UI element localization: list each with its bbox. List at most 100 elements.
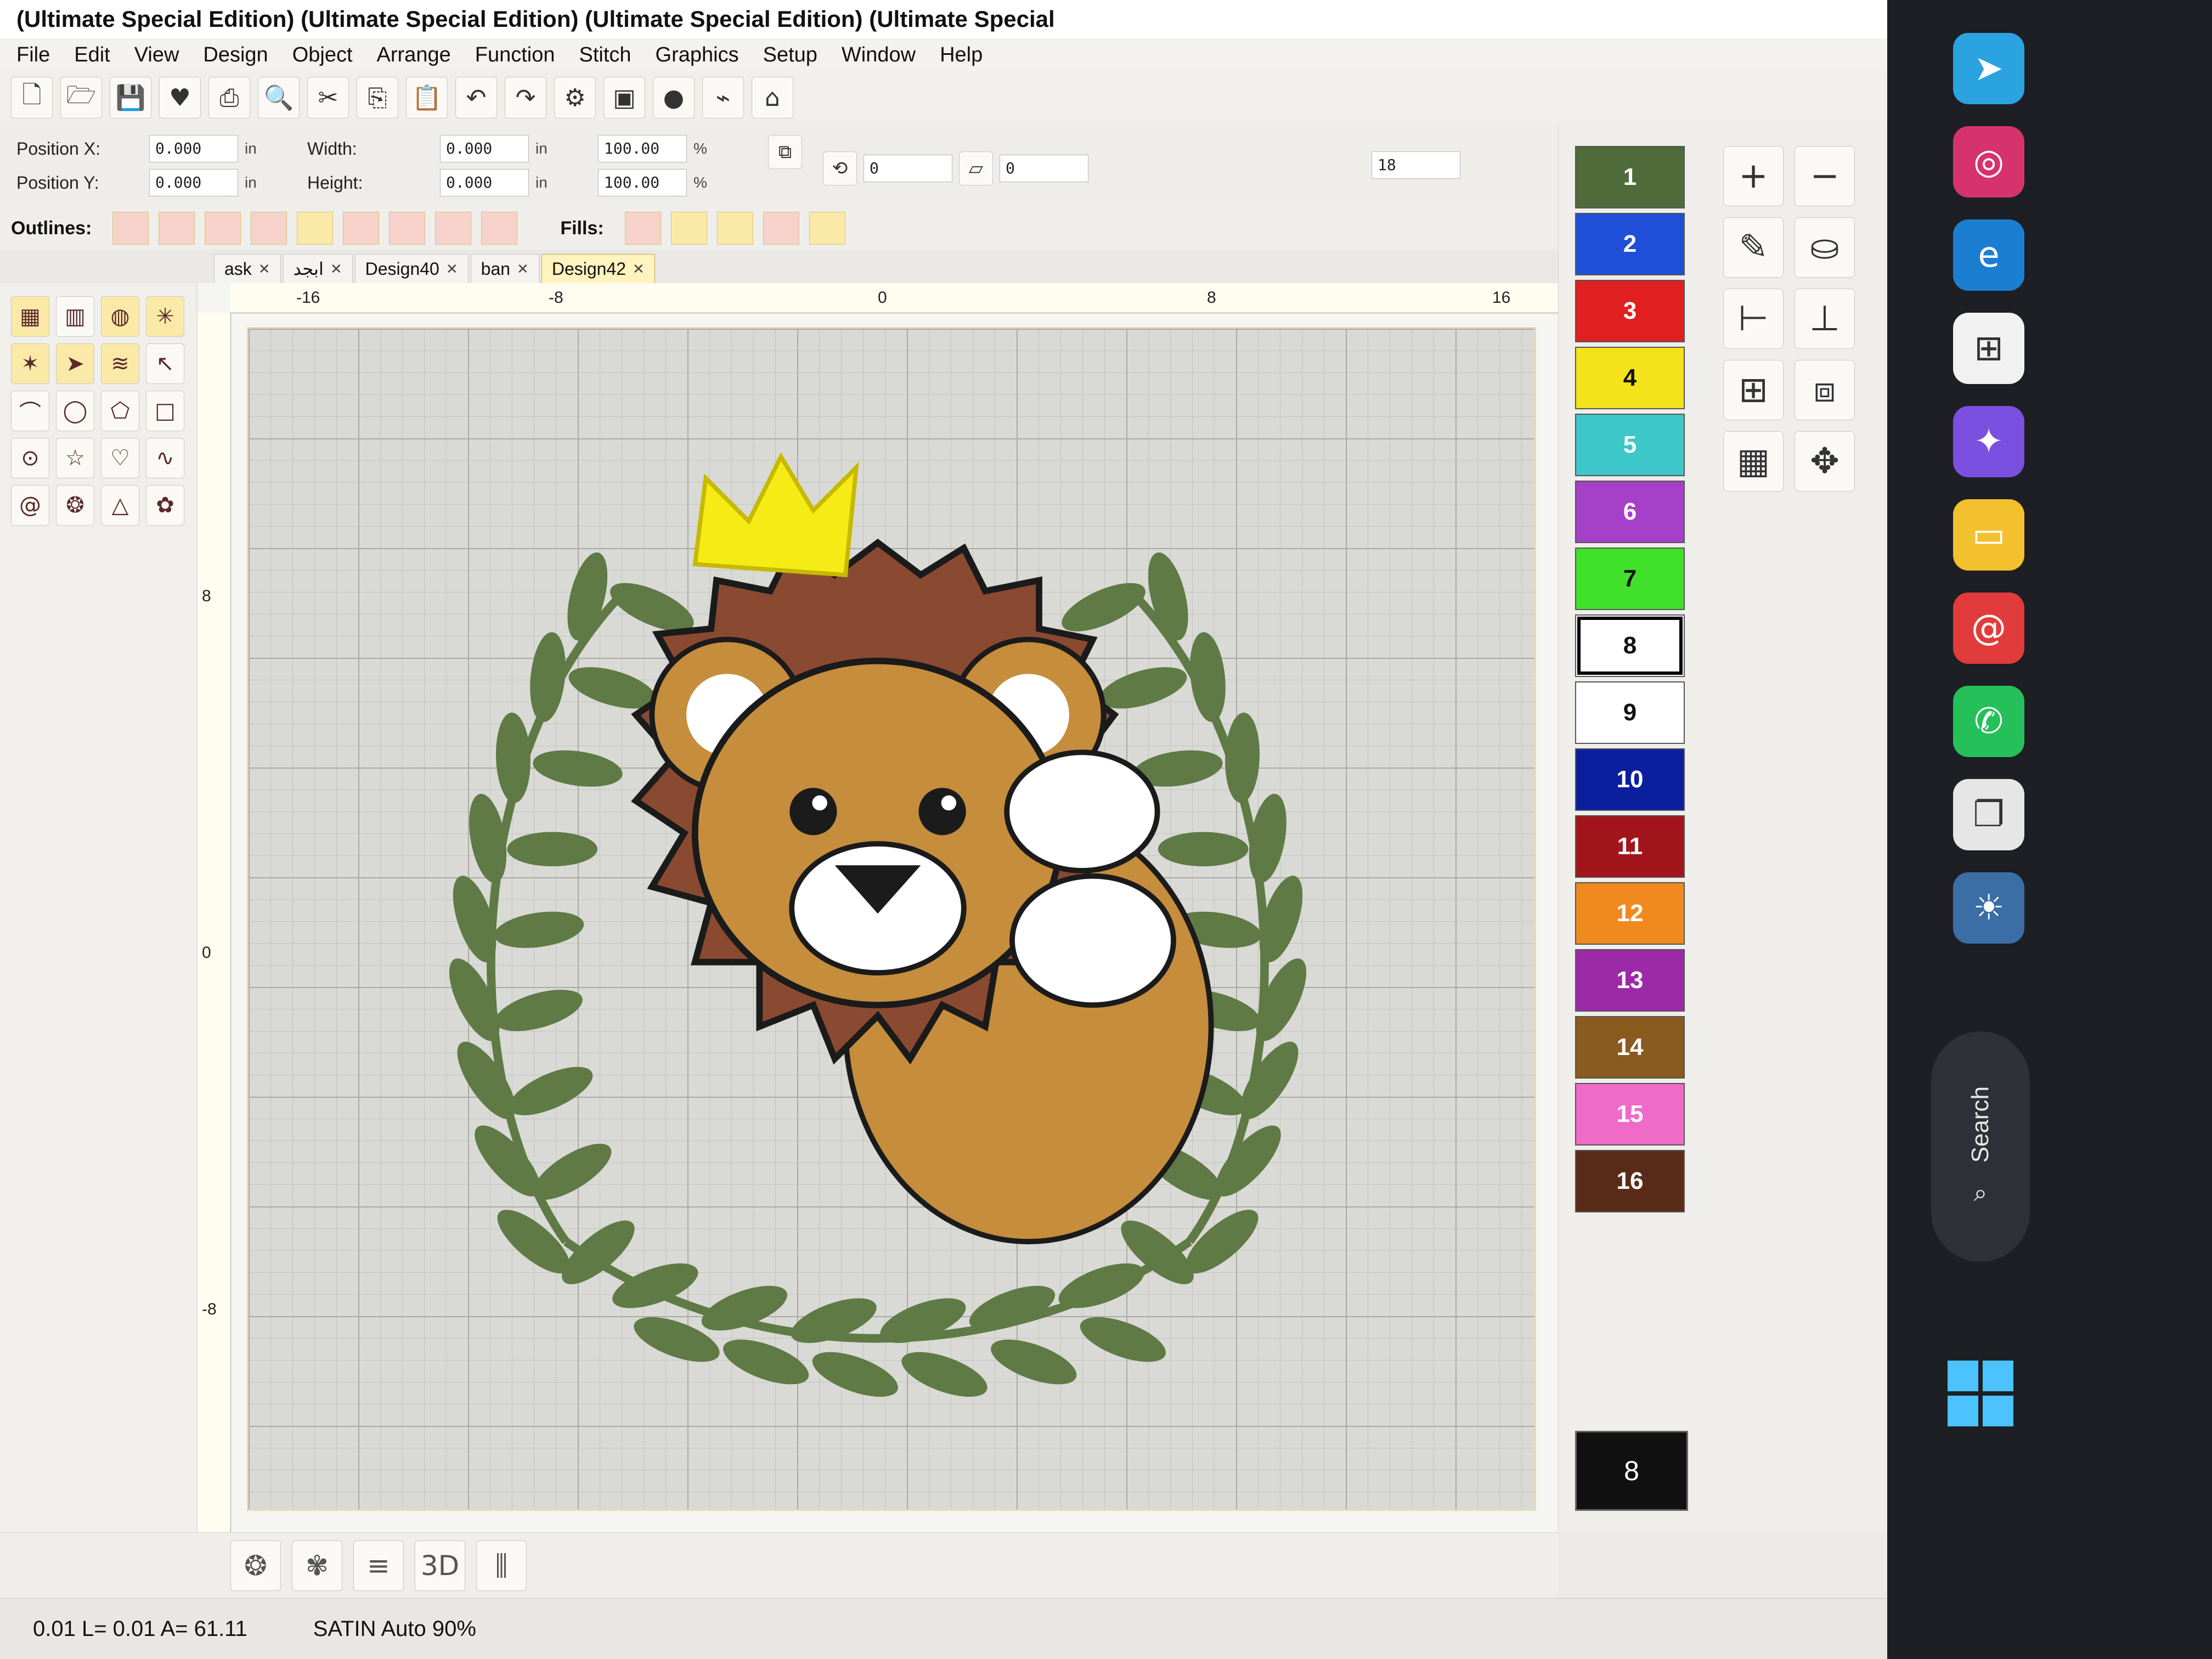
new-file-icon[interactable]: 🗋: [11, 77, 53, 119]
machine-icon[interactable]: ⌂: [752, 77, 793, 119]
star-tool-icon[interactable]: ☆: [56, 438, 94, 478]
redo-icon[interactable]: ↷: [505, 77, 546, 119]
close-icon[interactable]: ✕: [446, 255, 458, 283]
thread-swatch-9[interactable]: 9: [1575, 681, 1685, 744]
triangle-tool-icon[interactable]: △: [101, 485, 139, 526]
align-center-icon[interactable]: ⊥: [1795, 289, 1855, 349]
thread-swatch-15[interactable]: 15: [1575, 1083, 1685, 1146]
close-icon[interactable]: ✕: [517, 255, 529, 283]
position-y-field[interactable]: 0.000: [149, 169, 238, 196]
select-tool-icon[interactable]: ↖: [146, 343, 184, 384]
width-field[interactable]: 0.000: [440, 135, 529, 162]
tab-design40[interactable]: Design40 ✕: [354, 254, 469, 283]
fill-pattern-4[interactable]: [763, 212, 799, 245]
fill-pattern-3[interactable]: [716, 212, 753, 245]
order-icon[interactable]: ⧈: [1795, 360, 1855, 420]
grid-icon[interactable]: ▦: [1723, 431, 1784, 492]
close-icon[interactable]: ✕: [633, 255, 645, 283]
wheel-icon[interactable]: ❂: [230, 1541, 281, 1591]
file-explorer-icon[interactable]: ▭: [1953, 499, 2024, 571]
wave-tool-icon[interactable]: ∿: [146, 438, 184, 478]
menu-graphics[interactable]: Graphics: [656, 43, 739, 67]
copilot-icon[interactable]: ✦: [1953, 406, 2024, 477]
star-fill-icon[interactable]: ✶: [11, 343, 49, 384]
font-size-field[interactable]: 18: [1372, 151, 1460, 179]
group-icon[interactable]: ⊞: [1723, 360, 1784, 420]
eyedropper-icon[interactable]: ✎: [1723, 217, 1784, 278]
pattern-fill-icon[interactable]: ◍: [101, 296, 139, 337]
thread-swatch-5[interactable]: 5: [1575, 414, 1685, 476]
thread-swatch-6[interactable]: 6: [1575, 481, 1685, 543]
thread-swatch-2[interactable]: 2: [1575, 213, 1685, 275]
outline-candle-stitch[interactable]: [435, 212, 472, 245]
close-icon[interactable]: ✕: [330, 255, 342, 283]
arrow-fill-icon[interactable]: ➤: [56, 343, 94, 384]
spiral-tool-icon[interactable]: @: [11, 485, 49, 526]
tab-arabic[interactable]: ابجد ✕: [283, 254, 353, 283]
open-folder-icon[interactable]: 🗁: [60, 77, 102, 119]
scale-x-field[interactable]: 100.00: [598, 135, 687, 162]
thread-swatch-3[interactable]: 3: [1575, 280, 1685, 342]
widgets-icon[interactable]: ☀: [1953, 872, 2024, 944]
menu-stitch[interactable]: Stitch: [579, 43, 631, 67]
outline-blanket-stitch[interactable]: [389, 212, 426, 245]
menu-function[interactable]: Function: [475, 43, 555, 67]
taskbar-search[interactable]: Search ⌕: [1931, 1031, 2030, 1262]
tab-ask[interactable]: ask ✕: [214, 254, 281, 283]
telegram-icon[interactable]: ➤: [1953, 33, 2024, 104]
thread-icon[interactable]: ⌁: [702, 77, 744, 119]
thread-swatch-14[interactable]: 14: [1575, 1016, 1685, 1079]
cut-icon[interactable]: ✂: [307, 77, 349, 119]
rotate-field[interactable]: 0: [864, 155, 952, 182]
menu-setup[interactable]: Setup: [763, 43, 817, 67]
slant-field[interactable]: 0: [1000, 155, 1088, 182]
fill-pattern-5[interactable]: [809, 212, 845, 245]
thread-swatch-10[interactable]: 10: [1575, 748, 1685, 811]
outline-motif-stitch[interactable]: [297, 212, 334, 245]
thread-swatch-7[interactable]: 7: [1575, 548, 1685, 610]
menu-edit[interactable]: Edit: [74, 43, 110, 67]
copy-icon[interactable]: ⎘: [357, 77, 398, 119]
thread-swatch-4[interactable]: 4: [1575, 347, 1685, 409]
fill-pattern-1[interactable]: [624, 212, 661, 245]
lock-ratio-icon[interactable]: ⧉: [768, 135, 802, 169]
whatsapp-icon[interactable]: ✆: [1953, 686, 2024, 757]
thread-swatch-8[interactable]: 8: [1575, 614, 1685, 677]
flower-tool-icon[interactable]: ✿: [146, 485, 184, 526]
column-fill-icon[interactable]: ▥: [56, 296, 94, 337]
curve-tool-icon[interactable]: ⌒: [11, 391, 49, 431]
zoom-icon[interactable]: 🔍: [258, 77, 300, 119]
outline-bean-stitch[interactable]: [159, 212, 195, 245]
paste-icon[interactable]: 📋: [406, 77, 448, 119]
design-canvas[interactable]: -16 -8 0 8 16 8 0 -8: [198, 283, 1558, 1533]
stitch-simulator-icon[interactable]: ⚙: [554, 77, 596, 119]
slant-icon[interactable]: ▱: [959, 151, 993, 185]
menu-view[interactable]: View: [134, 43, 179, 67]
paint-bucket-icon[interactable]: ⛀: [1795, 217, 1855, 278]
undo-icon[interactable]: ↶: [455, 77, 497, 119]
flower-icon[interactable]: ✾: [292, 1541, 342, 1591]
menu-design[interactable]: Design: [203, 43, 268, 67]
lion-embroidery-design[interactable]: [340, 360, 1415, 1435]
thread-swatch-12[interactable]: 12: [1575, 882, 1685, 945]
outline-triple-stitch[interactable]: [481, 212, 518, 245]
split-icon[interactable]: ⫼: [476, 1541, 527, 1591]
menu-help[interactable]: Help: [940, 43, 983, 67]
heart-design-icon[interactable]: ♥: [159, 77, 201, 119]
app-at-icon[interactable]: @: [1953, 592, 2024, 664]
fill-pattern-2[interactable]: [670, 212, 707, 245]
save-icon[interactable]: 💾: [110, 77, 151, 119]
outline-running-stitch[interactable]: [112, 212, 149, 245]
outline-e-stitch[interactable]: [343, 212, 380, 245]
move-icon[interactable]: ✥: [1795, 431, 1855, 492]
zigzag-fill-icon[interactable]: ≋: [101, 343, 139, 384]
fill-tool-icon[interactable]: ▦: [11, 296, 49, 337]
scale-y-field[interactable]: 100.00: [598, 169, 687, 196]
edge-browser-icon[interactable]: e: [1953, 219, 2024, 291]
tab-ban[interactable]: ban ✕: [470, 254, 539, 283]
position-x-field[interactable]: 0.000: [149, 135, 238, 162]
height-field[interactable]: 0.000: [440, 169, 529, 196]
menu-file[interactable]: File: [16, 43, 50, 67]
rotate-icon[interactable]: ⟲: [823, 151, 857, 185]
wheel-tool-icon[interactable]: ❂: [56, 485, 94, 526]
